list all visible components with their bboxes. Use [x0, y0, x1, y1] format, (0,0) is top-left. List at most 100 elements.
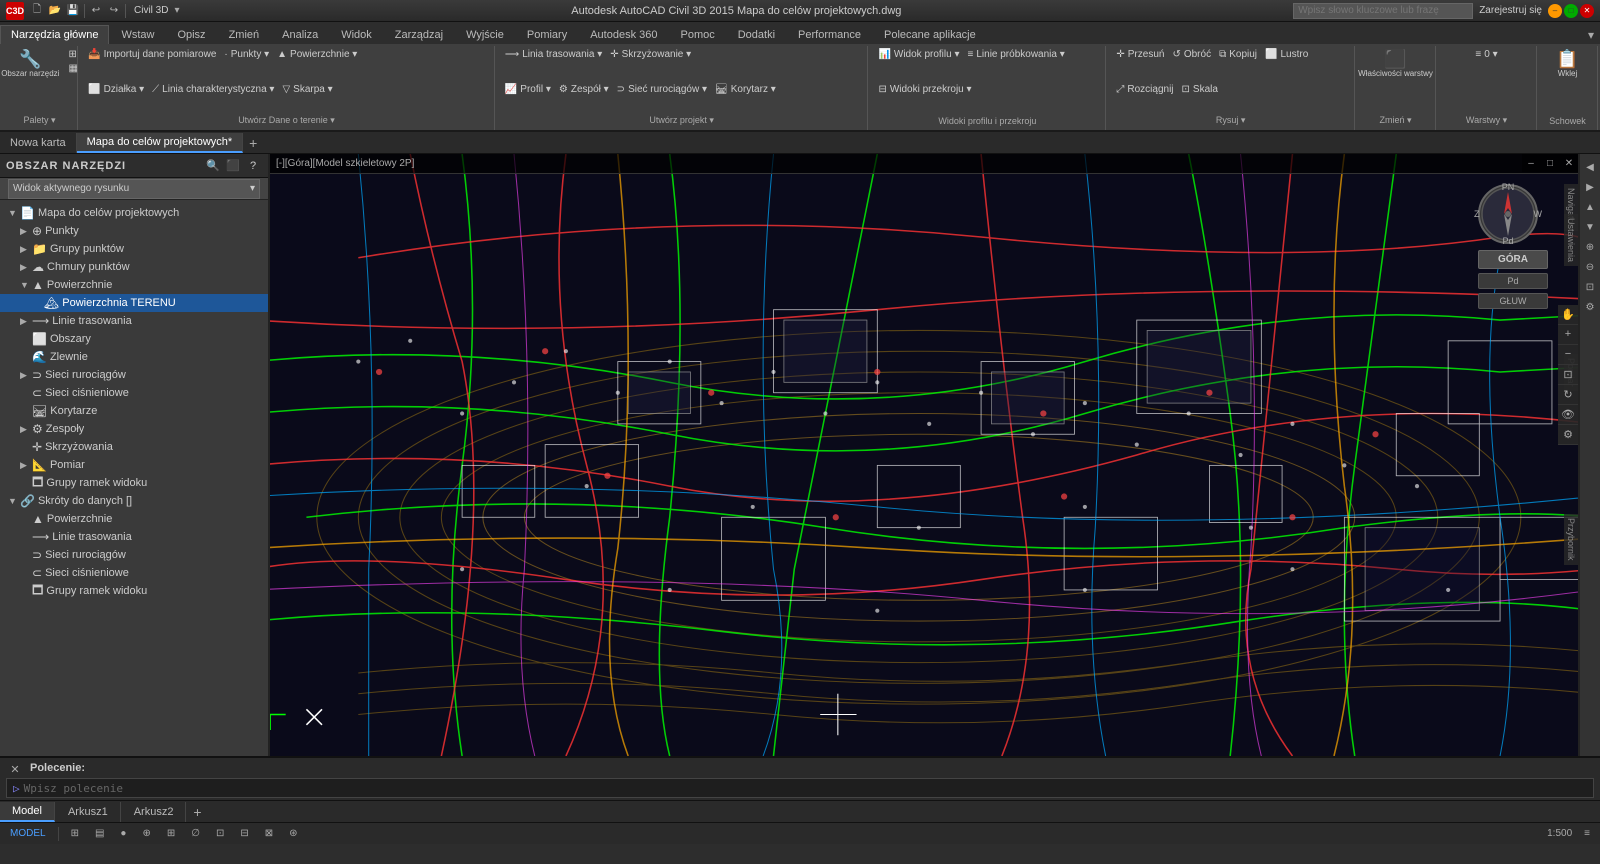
rp-btn3[interactable]: ▲: [1581, 198, 1599, 216]
sb-model-btn[interactable]: MODEL: [6, 828, 50, 839]
tree-item-powierzchnie[interactable]: ▼ ▲ Powierzchnie: [0, 276, 268, 294]
rp-btn6[interactable]: ⊖: [1581, 258, 1599, 276]
ribbon-btn-kopiuj[interactable]: ⧉ Kopiuj: [1216, 48, 1260, 61]
sb-3dosnap-btn[interactable]: ∅: [187, 828, 204, 839]
sb-ortho-btn[interactable]: ●: [116, 828, 130, 839]
ribbon-btn-importuj[interactable]: 📥 Importuj dane pomiarowe: [85, 48, 219, 61]
rp-btn4[interactable]: ▼: [1581, 218, 1599, 236]
ribbon-btn-korytarz[interactable]: 🛤 Korytarz ▾: [712, 83, 779, 96]
sb-trans-btn[interactable]: ⊛: [285, 828, 301, 839]
ribbon-btn-rozciagnij[interactable]: ⤢ Rozciągnij: [1113, 83, 1176, 96]
doctab-mapa[interactable]: Mapa do celów projektowych*: [77, 133, 244, 153]
tree-item-zlewnie[interactable]: 🌊 Zlewnie: [0, 348, 268, 366]
tab-autodesk360[interactable]: Autodesk 360: [579, 25, 668, 44]
compass-ring[interactable]: [1478, 184, 1538, 244]
minimize-button[interactable]: –: [1548, 4, 1562, 18]
ribbon-btn-linie-prob[interactable]: ≡ Linie próbkowania ▾: [965, 48, 1068, 61]
doctab-nowa-karta[interactable]: Nowa karta: [0, 133, 77, 153]
rp-btn7[interactable]: ⊡: [1581, 278, 1599, 296]
ribbon-btn-skrzyzowanie[interactable]: ✛ Skrzyżowanie ▾: [607, 48, 694, 61]
maximize-button[interactable]: □: [1564, 4, 1578, 18]
tree-item-sk-grupy-ramek[interactable]: 🗖 Grupy ramek widoku: [0, 582, 268, 600]
ribbon-btn-skarpa[interactable]: ▽ Skarpa ▾: [279, 83, 335, 96]
ribbon-btn-dzialka[interactable]: ⬜ Działka ▾: [85, 83, 147, 96]
vp-settings-tool[interactable]: ⚙: [1558, 425, 1578, 445]
ribbon-btn-wklej[interactable]: 📋 Wklej: [1553, 48, 1581, 80]
ribbon-btn-powierzchnie[interactable]: ▲ Powierzchnie ▾: [274, 48, 360, 61]
rp-btn5[interactable]: ⊕: [1581, 238, 1599, 256]
tree-item-punkty[interactable]: ▶ ⊕ Punkty: [0, 222, 268, 240]
cmdbar-close-btn[interactable]: ✕: [6, 760, 24, 778]
tree-item-linie-tras[interactable]: ▶ ⟶ Linie trasowania: [0, 312, 268, 330]
tab-polecane[interactable]: Polecane aplikacje: [873, 25, 987, 44]
tree-item-sieci-cisn[interactable]: ⊂ Sieci ciśnieniowe: [0, 384, 268, 402]
tab-performance[interactable]: Performance: [787, 25, 872, 44]
ribbon-btn-przesun[interactable]: ✛ Przesuń: [1113, 48, 1167, 61]
tree-item-chmury-punk[interactable]: ▶ ☁ Chmury punktów: [0, 258, 268, 276]
ribbon-btn-wlasciwosci[interactable]: ⬛ Właściwości warstwy: [1355, 48, 1436, 80]
qa-new[interactable]: 🗋: [28, 2, 46, 20]
ribbon-btn-siec-ruro[interactable]: ⊃ Sieć rurociągów ▾: [614, 83, 710, 96]
vp-close-btn[interactable]: ✕: [1560, 154, 1578, 172]
viewport[interactable]: [-][Góra][Model szkieletowy 2P] – □ ✕: [270, 154, 1578, 756]
tree-item-powierzchnia-terenu[interactable]: 🏔 Powierzchnia TERENU: [0, 294, 268, 312]
vp-restore-btn[interactable]: □: [1541, 154, 1559, 172]
tab-zmien[interactable]: Zmień: [218, 25, 271, 44]
tree-item-mapa-root[interactable]: ▼ 📄 Mapa do celów projektowych: [0, 204, 268, 222]
ribbon-btn-skala[interactable]: ⊡ Skala: [1179, 83, 1221, 96]
vp-pan-tool[interactable]: ✋: [1558, 305, 1578, 325]
qa-redo[interactable]: ↪: [105, 2, 123, 20]
search-input[interactable]: [1293, 3, 1473, 19]
doctab-add-button[interactable]: +: [243, 133, 263, 153]
ribbon-btn-zespol[interactable]: ⚙ Zespół ▾: [556, 83, 612, 96]
tree-item-pomiar[interactable]: ▶ 📐 Pomiar: [0, 456, 268, 474]
rp-btn1[interactable]: ◀: [1581, 158, 1599, 176]
ribbon-options[interactable]: ▾: [1582, 26, 1600, 44]
ribbon-btn-warstwy[interactable]: ≡ 0 ▾: [1472, 48, 1500, 61]
ribbon-btn-widok-przekr[interactable]: ⊟ Widoki przekroju ▾: [875, 83, 974, 96]
tree-item-korytarze[interactable]: 🛤 Korytarze: [0, 402, 268, 420]
sb-polar-btn[interactable]: ⊕: [138, 828, 154, 839]
ribbon-btn-obszar-narzedzi[interactable]: 🔧 Obszar narzędzi: [0, 48, 62, 80]
tab-dodatki[interactable]: Dodatki: [727, 25, 786, 44]
tree-item-skrzyzowania[interactable]: ✛ Skrzyżowania: [0, 438, 268, 456]
tree-item-sk-sieci-cisn[interactable]: ⊂ Sieci ciśnieniowe: [0, 564, 268, 582]
tab-opisz[interactable]: Opisz: [166, 25, 216, 44]
qa-open[interactable]: 📂: [46, 2, 64, 20]
ribbon-btn-widok-profilu[interactable]: 📊 Widok profilu ▾: [875, 48, 962, 61]
ribbon-btn-obroc[interactable]: ↺ Obróć: [1169, 48, 1214, 61]
qa-save[interactable]: 💾: [64, 2, 82, 20]
sb-osnap-btn[interactable]: ⊞: [163, 828, 179, 839]
tab-zarzadzaj[interactable]: Zarządzaj: [384, 25, 454, 44]
tree-item-grupy-ramek[interactable]: 🗖 Grupy ramek widoku: [0, 474, 268, 492]
sb-customize-btn[interactable]: ≡: [1580, 828, 1594, 839]
vp-orbit-tool[interactable]: ↻: [1558, 385, 1578, 405]
sb-grid-btn[interactable]: ⊞: [67, 828, 83, 839]
panel-search-btn[interactable]: 🔍: [204, 157, 222, 175]
vp-zoom-out-tool[interactable]: −: [1558, 345, 1578, 365]
tab-wstaw[interactable]: Wstaw: [110, 25, 165, 44]
tab-widok[interactable]: Widok: [330, 25, 383, 44]
tab-pomoc[interactable]: Pomoc: [669, 25, 725, 44]
btab-model[interactable]: Model: [0, 802, 55, 822]
vp-minimize-btn[interactable]: –: [1522, 154, 1540, 172]
ribbon-btn-punkty[interactable]: · Punkty ▾: [221, 48, 272, 61]
panel-layers-btn[interactable]: ⬛: [224, 157, 242, 175]
sb-lw-btn[interactable]: ⊠: [261, 828, 277, 839]
vp-view-tool[interactable]: 👁: [1558, 405, 1578, 425]
tab-pomiary[interactable]: Pomiary: [516, 25, 578, 44]
sb-snap-btn[interactable]: ▤: [91, 828, 108, 839]
ribbon-btn-linia-char[interactable]: ⟋ Linia charakterystyczna ▾: [149, 83, 277, 96]
ustawienia-label[interactable]: Ustawienia: [1564, 214, 1578, 266]
panel-view-dropdown[interactable]: Widok aktywnego rysunku ▾: [8, 179, 260, 199]
tree-item-grupy-punk[interactable]: ▶ 📁 Grupy punktów: [0, 240, 268, 258]
btab-arkusz2[interactable]: Arkusz2: [122, 802, 187, 822]
tree-item-sk-linie-tras[interactable]: ⟶ Linie trasowania: [0, 528, 268, 546]
compass-top-button[interactable]: GÓRA: [1478, 250, 1548, 269]
tree-item-skroty-root[interactable]: ▼ 🔗 Skróty do danych []: [0, 492, 268, 510]
vp-zoom-in-tool[interactable]: +: [1558, 325, 1578, 345]
ribbon-btn-linia-tras[interactable]: ⟶ Linia trasowania ▾: [502, 48, 605, 61]
przybornik-label[interactable]: Przybornik: [1564, 514, 1578, 565]
tree-item-sk-powierzchnie[interactable]: ▲ Powierzchnie: [0, 510, 268, 528]
close-button[interactable]: ✕: [1580, 4, 1594, 18]
